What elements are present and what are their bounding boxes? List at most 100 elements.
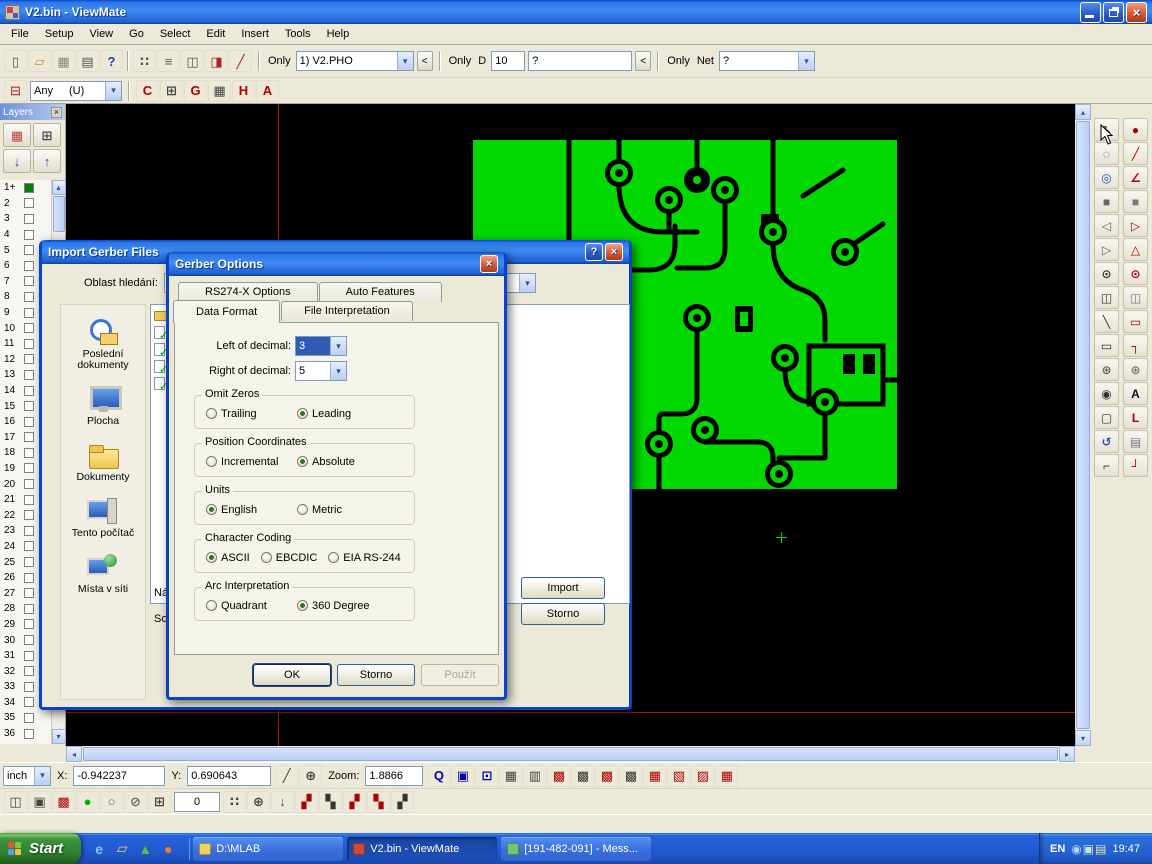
layer-color-swatch[interactable] xyxy=(24,339,34,349)
dialog-title-bar[interactable]: Gerber Options × xyxy=(169,252,504,276)
draw-circle-button[interactable]: ⊙ xyxy=(1123,262,1148,285)
layer-grid-button[interactable]: ⊞ xyxy=(33,123,61,147)
dropdown-arrow-icon[interactable]: ▾ xyxy=(519,274,535,292)
layer-color-swatch[interactable] xyxy=(24,308,34,318)
radio-option-metric[interactable]: Metric xyxy=(297,504,388,516)
grid-setup-button[interactable]: ⊞ xyxy=(148,791,171,813)
taskbar-button-v2-bin-viewmate[interactable]: V2.bin - ViewMate xyxy=(347,837,497,861)
probe-button[interactable]: ⊘ xyxy=(124,791,147,813)
corner-tool-button[interactable]: ⌐ xyxy=(1094,454,1119,477)
place-my-computer[interactable]: Tento počítač xyxy=(61,496,145,539)
menu-item-file[interactable]: File xyxy=(3,25,37,43)
dropdown-arrow-icon[interactable]: ▾ xyxy=(798,52,814,70)
layer-color-swatch[interactable] xyxy=(24,245,34,255)
layer-color-swatch[interactable] xyxy=(24,386,34,396)
ruled-tool-button[interactable]: ▤ xyxy=(1123,430,1148,453)
title-bar[interactable]: V2.bin - ViewMate × xyxy=(0,0,1152,24)
dropdown-arrow-icon[interactable]: ▾ xyxy=(397,52,413,70)
language-indicator[interactable]: EN xyxy=(1050,843,1065,855)
crosshair-mode-button[interactable]: ⊞ xyxy=(160,80,183,102)
grid-mode-button[interactable]: ▦ xyxy=(208,80,231,102)
text-tool-button[interactable]: A xyxy=(1123,382,1148,405)
pad-checker-3-button[interactable]: ▩ xyxy=(595,765,618,787)
left-of-decimal-select[interactable]: 3 ▾ xyxy=(295,336,347,356)
tab-file-interpretation[interactable]: File Interpretation xyxy=(281,301,413,321)
menu-item-setup[interactable]: Setup xyxy=(37,25,82,43)
hook-tool-button[interactable]: ┘ xyxy=(1123,454,1148,477)
select-items-button[interactable]: ∷ xyxy=(133,50,156,72)
ok-button[interactable]: OK xyxy=(253,664,331,686)
tab-rs274-x-options[interactable]: RS274-X Options xyxy=(178,282,318,302)
draw-line-button[interactable]: ╱ xyxy=(1123,142,1148,165)
menu-item-select[interactable]: Select xyxy=(152,25,199,43)
unit-select[interactable]: inch ▾ xyxy=(3,766,51,786)
layer-color-swatch[interactable] xyxy=(24,230,34,240)
mirror-tool-button[interactable]: ◫ xyxy=(1094,286,1119,309)
volume-tray-icon[interactable]: ▣ xyxy=(1083,842,1094,856)
scroll-thumb[interactable] xyxy=(1076,121,1090,729)
overlap-windows-button[interactable]: ◫ xyxy=(4,791,27,813)
layer-color-swatch[interactable] xyxy=(24,479,34,489)
layer-color-swatch[interactable] xyxy=(24,557,34,567)
canvas-vertical-scrollbar[interactable]: ▴ ▾ xyxy=(1075,104,1091,746)
flash-left-button[interactable]: ◁ xyxy=(1094,214,1119,237)
draw-pane-button[interactable]: ◫ xyxy=(1123,286,1148,309)
menu-item-help[interactable]: Help xyxy=(319,25,358,43)
menu-item-view[interactable]: View xyxy=(81,25,121,43)
scroll-up-icon[interactable]: ▴ xyxy=(52,180,66,195)
highlight-view-button[interactable]: ◨ xyxy=(205,50,228,72)
previous-dcode-button[interactable]: < xyxy=(635,51,651,71)
lamp-off-button[interactable]: ○ xyxy=(100,791,123,813)
layer-color-swatch[interactable] xyxy=(24,214,34,224)
scroll-down-icon[interactable]: ▾ xyxy=(1075,730,1091,746)
zoom-in-button[interactable]: Q xyxy=(427,765,450,787)
apply-button[interactable]: Použít xyxy=(421,664,499,686)
dropdown-arrow-icon[interactable]: ▾ xyxy=(330,337,346,355)
dot-grid-button[interactable]: ∷ xyxy=(223,791,246,813)
draw-angle-button[interactable]: ∠ xyxy=(1123,166,1148,189)
scroll-thumb[interactable] xyxy=(53,196,65,232)
led-indicator-button[interactable]: ● xyxy=(76,791,99,813)
pad-checker-4-button[interactable]: ▩ xyxy=(619,765,642,787)
pad-checker-1-button[interactable]: ▩ xyxy=(547,765,570,787)
grid-table-button[interactable]: ▦ xyxy=(499,765,522,787)
gerber-mode-button[interactable]: G xyxy=(184,80,207,102)
pad-grid-1-button[interactable]: ▦ xyxy=(643,765,666,787)
layer-color-swatch[interactable] xyxy=(24,526,34,536)
move-layer-down-button[interactable]: ↓ xyxy=(3,149,31,173)
origin-target-button[interactable]: ⊕ xyxy=(299,765,322,787)
cancel-button[interactable]: Storno xyxy=(337,664,415,686)
menu-item-go[interactable]: Go xyxy=(121,25,152,43)
pad-pattern-1-button[interactable]: ▞ xyxy=(295,791,318,813)
layer-color-swatch[interactable] xyxy=(24,370,34,380)
layer-color-swatch[interactable] xyxy=(24,588,34,598)
open-file-button[interactable]: ▱ xyxy=(28,50,51,72)
previous-layer-button[interactable]: < xyxy=(417,51,433,71)
flash-right-button[interactable]: ▷ xyxy=(1094,238,1119,261)
close-button[interactable]: × xyxy=(1126,2,1147,23)
print-button[interactable]: ▤ xyxy=(76,50,99,72)
layer-color-swatch[interactable] xyxy=(24,713,34,723)
dropdown-arrow-icon[interactable]: ▾ xyxy=(105,82,121,100)
pad-pattern-4-button[interactable]: ▚ xyxy=(367,791,390,813)
layer-color-swatch[interactable] xyxy=(24,401,34,411)
dropdown-arrow-icon[interactable]: ▾ xyxy=(330,362,346,380)
new-file-button[interactable]: ▯ xyxy=(4,50,27,72)
draw-corner-button[interactable]: ┐ xyxy=(1123,334,1148,357)
radio-option-ascii[interactable]: ASCII xyxy=(206,552,250,564)
layer-color-swatch[interactable] xyxy=(24,354,34,364)
radio-option-english[interactable]: English xyxy=(206,504,297,516)
menu-item-tools[interactable]: Tools xyxy=(277,25,319,43)
taskbar-button-d-mlab[interactable]: D:\MLAB xyxy=(193,837,343,861)
radio-option-absolute[interactable]: Absolute xyxy=(297,456,388,468)
layer-color-swatch[interactable] xyxy=(24,651,34,661)
radio-option-trailing[interactable]: Trailing xyxy=(206,408,297,420)
antivirus-button[interactable]: ▲ xyxy=(135,839,155,859)
draw-filled-square-button[interactable]: ■ xyxy=(1123,190,1148,213)
selection-grid-button[interactable]: ⊟ xyxy=(4,80,27,102)
red-checker-button[interactable]: ▩ xyxy=(52,791,75,813)
place-network[interactable]: Místa v síti xyxy=(61,552,145,595)
minimize-button[interactable] xyxy=(1080,2,1101,23)
zoom-window-button[interactable]: ▣ xyxy=(451,765,474,787)
menu-item-insert[interactable]: Insert xyxy=(233,25,277,43)
